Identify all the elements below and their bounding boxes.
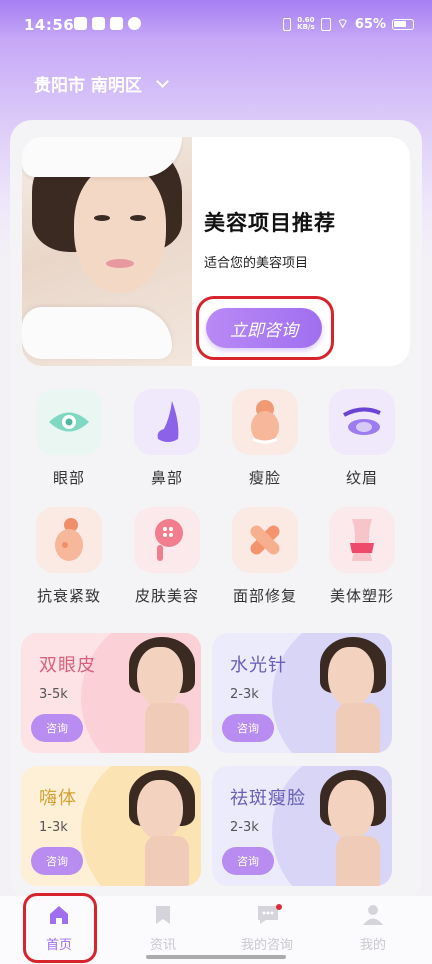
tab-profile[interactable]: 我的 [328,896,418,964]
tab-label: 我的咨询 [240,938,293,953]
highlight-ring [23,893,97,963]
service-price: 1-3k [39,820,68,835]
service-consult-button[interactable]: 咨询 [31,847,83,875]
tab-label: 资讯 [149,938,176,953]
tab-my-consult[interactable]: 我的咨询 [222,896,312,964]
banner-subtitle: 适合您的美容项目 [204,256,309,271]
service-name: 水光针 [230,655,287,676]
service-price: 2-3k [230,687,259,702]
service-consult-button[interactable]: 咨询 [222,714,274,742]
service-name: 祛斑瘦脸 [230,788,306,809]
category-label: 皮肤美容 [134,587,199,605]
service-consult-button[interactable]: 咨询 [222,847,274,875]
wifi-icon: ⌔ [336,17,349,32]
category-label: 面部修复 [232,587,297,605]
face-slim-icon [232,389,298,455]
category-face-repair[interactable]: 面部修复 [220,507,310,606]
location-selector[interactable]: 贵阳市 南明区 [34,71,169,96]
app-notification-icon [74,17,87,30]
network-speed-unit: KB/s [297,23,315,31]
service-price: 2-3k [230,820,259,835]
banner-model-image [22,137,192,366]
network-speed: 0.60 KB/s [297,17,314,31]
vibrate-icon [283,17,292,31]
service-consult-button[interactable]: 咨询 [31,714,83,742]
service-model-image [123,766,201,886]
bookmark-icon [152,904,174,926]
body-shaping-icon [329,507,395,573]
mail-icon [110,17,123,30]
banner-title: 美容项目推荐 [204,211,336,235]
service-name: 嗨体 [39,788,77,809]
no-sim-icon [320,17,331,31]
battery-icon [392,18,414,30]
category-face-slim[interactable]: 瘦脸 [220,389,310,488]
service-card-double-eyelid[interactable]: 双眼皮 3-5k 咨询 [21,633,201,753]
anti-aging-icon [36,507,102,573]
user-icon [362,904,384,926]
category-eyebrow[interactable]: 纹眉 [317,389,407,488]
eye-icon [36,389,102,455]
service-model-image [123,633,201,753]
status-bar: 14:56 0.60 KB/s ⌔ 65% [0,0,432,50]
category-anti-aging[interactable]: 抗衰紧致 [24,507,114,606]
tab-news[interactable]: 资讯 [118,896,208,964]
chevron-down-icon [156,74,169,88]
home-indicator[interactable] [146,955,286,959]
service-card-water-light[interactable]: 水光针 2-3k 咨询 [212,633,392,753]
location-text: 贵阳市 南明区 [34,76,142,96]
category-label: 瘦脸 [248,469,281,487]
category-body-shaping[interactable]: 美体塑形 [317,507,407,606]
category-eye[interactable]: 眼部 [24,389,114,488]
notification-icons [74,17,141,30]
category-label: 抗衰紧致 [36,587,101,605]
service-model-image [314,633,392,753]
category-skin-care[interactable]: 皮肤美容 [122,507,212,606]
service-price: 3-5k [39,687,68,702]
category-label: 鼻部 [150,469,183,487]
service-card-freckle-slim[interactable]: 祛斑瘦脸 2-3k 咨询 [212,766,392,886]
category-label: 美体塑形 [329,587,394,605]
highlight-ring [196,296,334,360]
battery-text: 65% [354,16,386,32]
nose-icon [134,389,200,455]
tab-label: 我的 [359,938,386,953]
status-time: 14:56 [24,16,75,34]
service-name: 双眼皮 [39,655,96,676]
chat-icon [256,904,282,926]
app-notification-icon [92,17,105,30]
skin-care-icon [134,507,200,573]
face-repair-icon [232,507,298,573]
category-nose[interactable]: 鼻部 [122,389,212,488]
service-card-hi-body[interactable]: 嗨体 1-3k 咨询 [21,766,201,886]
wechat-icon [128,17,141,30]
category-label: 眼部 [52,469,85,487]
category-label: 纹眉 [345,469,378,487]
eyebrow-icon [329,389,395,455]
service-model-image [314,766,392,886]
